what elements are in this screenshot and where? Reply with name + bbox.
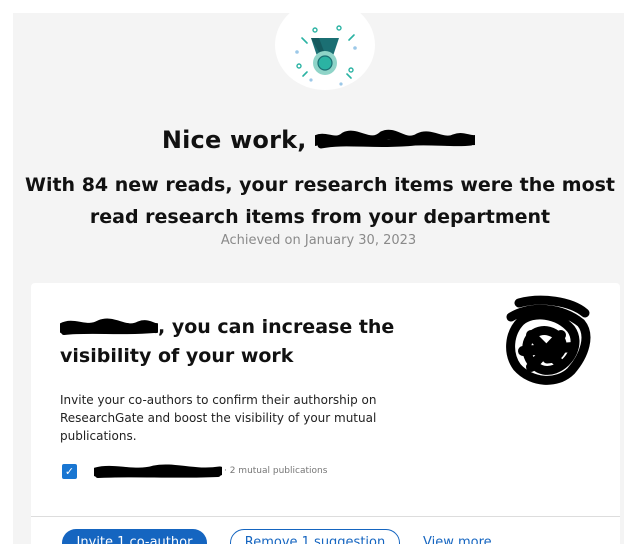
card-divider: [31, 516, 620, 517]
invite-coauthor-button[interactable]: Invite 1 co-author: [62, 529, 207, 544]
redacted-coauthor-scribble: [94, 464, 222, 478]
achievement-badge: [275, 13, 375, 90]
achievement-text: With 84 new reads, your research items w…: [25, 174, 616, 228]
achievement-date: Achieved on January 30, 2023: [220, 233, 417, 248]
coauthor-suggestion-card: , you can increase the visibility of you…: [31, 283, 620, 544]
page-title: Nice work,: [13, 126, 624, 154]
redacted-avatar-scribble: [506, 295, 591, 385]
card-title: , you can increase the visibility of you…: [60, 313, 490, 371]
redacted-name-scribble: [60, 318, 158, 335]
remove-suggestion-button[interactable]: Remove 1 suggestion: [230, 529, 400, 544]
view-more-link[interactable]: View more: [423, 529, 492, 544]
mutual-publications-count: · 2 mutual publications: [224, 466, 328, 476]
headline-prefix: Nice work,: [161, 126, 316, 154]
checkmark-icon: ✓: [64, 465, 75, 478]
card-description: Invite your co-authors to confirm their …: [60, 393, 377, 443]
coauthor-suggestion-row: ✓ · 2 mutual publications: [62, 463, 362, 481]
redacted-name-scribble: [315, 129, 476, 149]
notification-panel: Nice work, With 84 new reads, your resea…: [13, 13, 624, 544]
coauthor-checkbox[interactable]: ✓: [62, 464, 77, 479]
medal-icon: [295, 25, 357, 86]
